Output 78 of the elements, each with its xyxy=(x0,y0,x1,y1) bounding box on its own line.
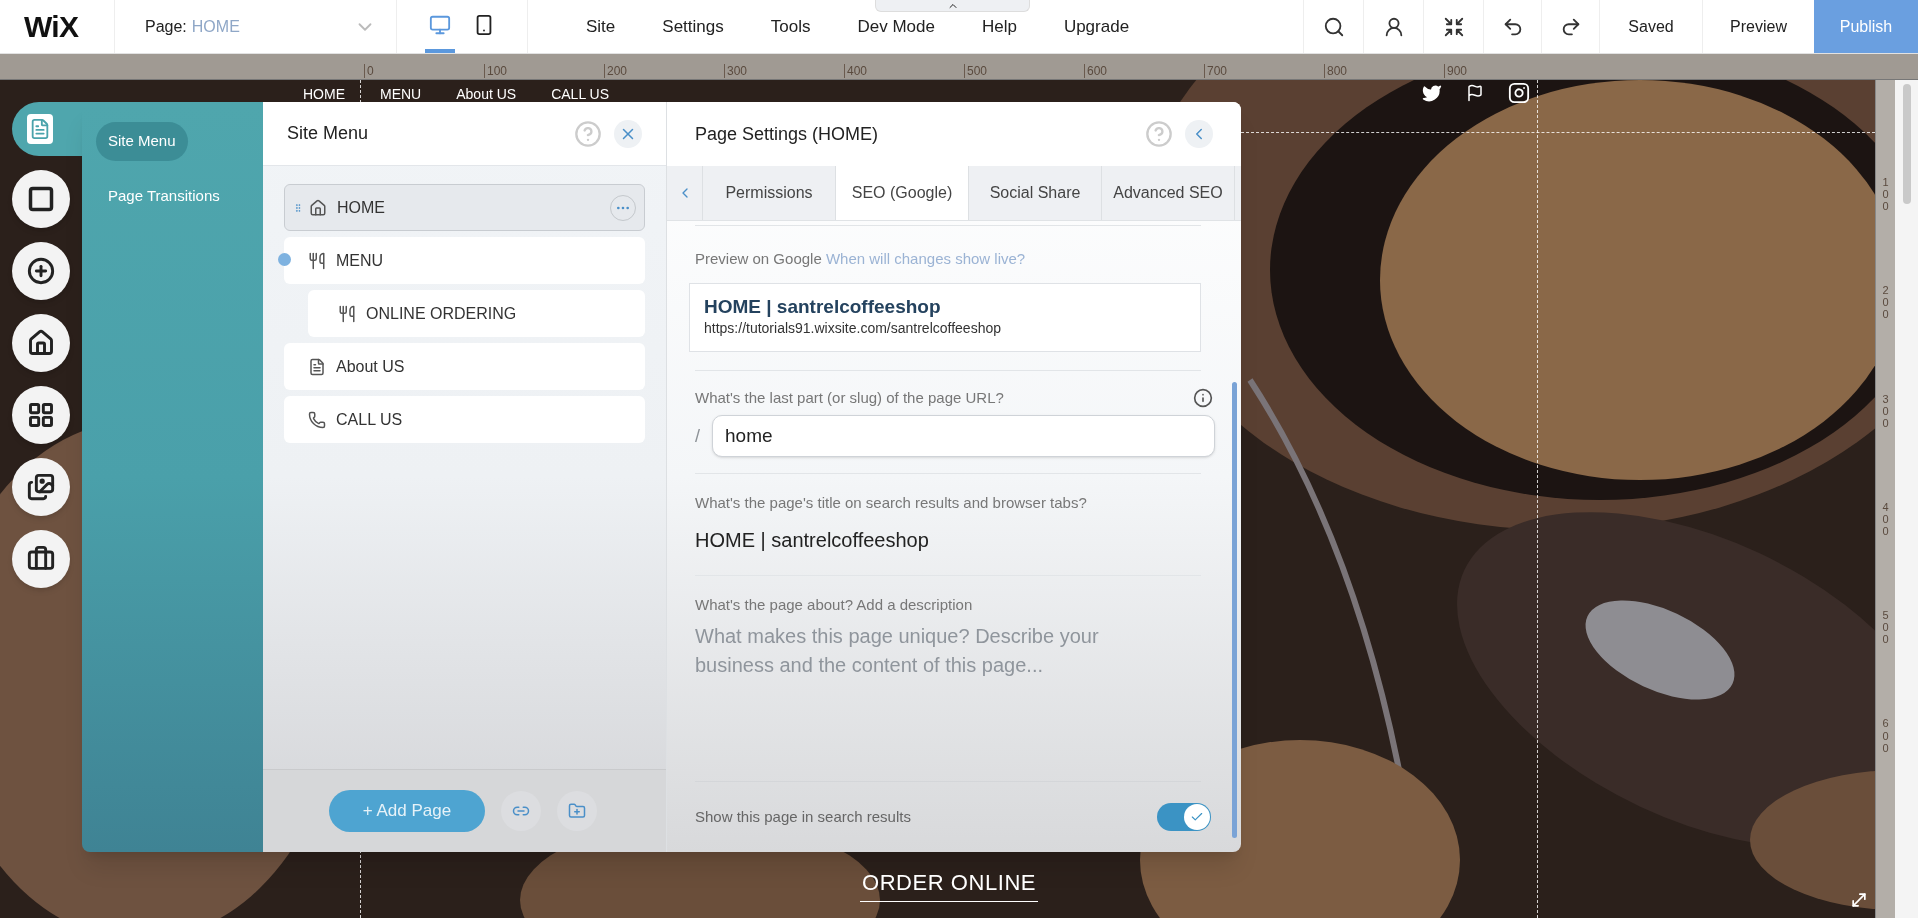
preview-label: Preview on Google When will changes show live? xyxy=(695,249,1027,269)
ruler-number: 500 xyxy=(1881,609,1890,646)
check-icon xyxy=(1190,810,1204,824)
ruler-number: 600 xyxy=(1084,63,1204,78)
page-item[interactable]: About US xyxy=(284,343,645,390)
instagram-icon[interactable] xyxy=(1508,82,1530,104)
plus-icon xyxy=(27,257,55,285)
square-icon xyxy=(27,185,55,213)
top-menu-entry[interactable]: Dev Mode xyxy=(857,13,935,40)
shrink-arrows-icon xyxy=(1442,15,1465,38)
ruler-number: 700 xyxy=(1204,63,1324,78)
page-title-value[interactable]: HOME | santrelcoffeeshop xyxy=(695,524,1201,555)
page-item[interactable]: HOME xyxy=(284,184,645,231)
toggle-label: Show this page in search results xyxy=(695,806,911,827)
order-online-link[interactable]: ORDER ONLINE xyxy=(860,866,1039,902)
toggle-switch[interactable] xyxy=(1157,803,1211,831)
saved-button[interactable]: Saved xyxy=(1599,0,1702,53)
panel-title: Page Settings (HOME) xyxy=(695,122,879,146)
close-icon[interactable] xyxy=(614,119,642,148)
site-nav-item[interactable]: CALL US xyxy=(551,86,609,102)
field-label: What's the page's title on search results and browser tabs? xyxy=(695,493,1088,513)
slug-input[interactable]: home xyxy=(712,415,1215,457)
ruler-number: 100 xyxy=(1881,176,1890,213)
search-icon xyxy=(1322,15,1345,38)
preview-title: HOME | santrelcoffeeshop xyxy=(704,295,942,318)
briefcase-icon xyxy=(27,545,55,573)
settings-tab[interactable]: SEO (Google) xyxy=(836,166,969,220)
site-nav-item[interactable]: HOME xyxy=(303,86,345,102)
ruler-number: 0 xyxy=(364,63,484,78)
resize-icon[interactable] xyxy=(1849,890,1869,910)
top-menu-entry[interactable]: Settings xyxy=(662,13,724,40)
ruler-number: 600 xyxy=(1881,717,1890,754)
phone-icon xyxy=(308,410,326,429)
top-menu-entry[interactable]: Tools xyxy=(770,13,811,40)
info-icon[interactable] xyxy=(1193,387,1213,408)
apps-icon xyxy=(27,401,55,429)
ruler-number: 200 xyxy=(604,63,724,78)
ruler-number: 900 xyxy=(1444,63,1564,78)
utensils-icon xyxy=(308,251,326,270)
ruler-number: 500 xyxy=(964,63,1084,78)
scrollbar[interactable] xyxy=(1902,84,1911,204)
top-menu-entry[interactable]: Help xyxy=(981,13,1017,40)
page-icon xyxy=(27,114,53,144)
page-icon xyxy=(308,357,326,376)
logo[interactable]: WiX xyxy=(24,4,104,49)
ruler-number: 800 xyxy=(1324,63,1444,78)
ruler-number: 400 xyxy=(1881,500,1890,538)
slug-prefix: / xyxy=(695,424,700,448)
panel-title: Site Menu xyxy=(287,122,369,145)
ruler-number: 300 xyxy=(724,63,844,78)
flag-icon[interactable] xyxy=(1466,83,1484,103)
top-menu-entry[interactable]: Site xyxy=(586,13,616,40)
preview-url: https://tutorials91.wixsite.com/santrelcoffeeshop xyxy=(704,318,1002,338)
ruler-number: 100 xyxy=(484,63,604,78)
twitter-icon[interactable] xyxy=(1422,83,1442,103)
folder-button[interactable] xyxy=(557,791,597,831)
monitor-icon xyxy=(429,13,451,36)
field-label: What's the last part (or slug) of the page URL? xyxy=(695,387,1004,408)
panel-tab[interactable]: Site Menu xyxy=(96,122,188,161)
page-item[interactable]: ONLINE ORDERING xyxy=(308,290,645,337)
rail-button[interactable] xyxy=(12,102,82,156)
images-icon xyxy=(27,473,55,501)
scrollbar[interactable] xyxy=(1232,382,1237,838)
page-item[interactable]: MENU xyxy=(284,237,645,284)
site-nav-item[interactable]: MENU xyxy=(380,86,422,102)
top-menu-entry[interactable]: Upgrade xyxy=(1063,13,1130,40)
field-label: What's the page about? Add a description xyxy=(695,594,974,615)
utensils-icon xyxy=(338,304,356,323)
page-item[interactable]: CALL US xyxy=(284,396,645,443)
ruler-number: 400 xyxy=(844,63,964,78)
house-icon xyxy=(309,198,327,217)
page-label: Page: xyxy=(145,16,187,37)
ruler-number: 300 xyxy=(1881,392,1890,429)
ruler-number: 200 xyxy=(1881,284,1890,321)
description-field[interactable]: What makes this page unique? Describe your business and the content of this page... xyxy=(695,622,1165,702)
house-icon xyxy=(27,329,55,357)
folder-plus-icon xyxy=(568,802,586,820)
site-nav-item[interactable]: About US xyxy=(456,86,517,102)
